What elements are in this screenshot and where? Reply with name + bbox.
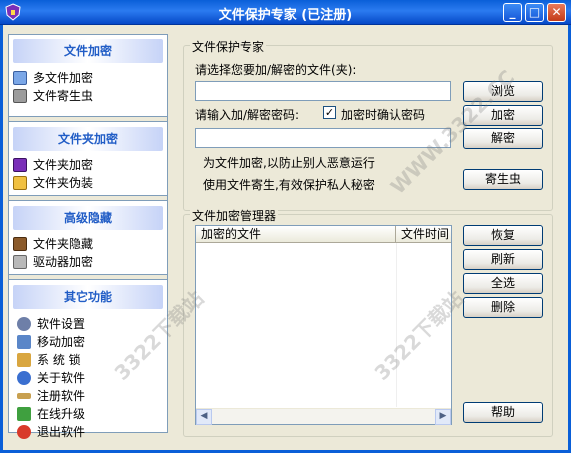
column-header-file[interactable]: 加密的文件 bbox=[196, 226, 396, 243]
folder-encrypt-icon bbox=[13, 158, 27, 172]
title-bar[interactable]: 文件保护专家 (已注册) _ □ ✕ bbox=[0, 0, 571, 25]
section-header: 高级隐藏 bbox=[13, 206, 163, 230]
horizontal-scrollbar[interactable]: ◀ ▶ bbox=[196, 408, 451, 425]
password-label: 请输入加/解密密码: bbox=[195, 108, 300, 122]
group-title: 文件加密管理器 bbox=[190, 207, 279, 224]
sidebar-item-folder-disguise[interactable]: 文件夹伪装 bbox=[9, 174, 167, 192]
maximize-button[interactable]: □ bbox=[525, 3, 544, 22]
window-title: 文件保护专家 (已注册) bbox=[218, 8, 353, 23]
hint-encrypt: 为文件加密,以防止别人恶意运行 bbox=[203, 156, 375, 170]
parasite-button[interactable]: 寄生虫 bbox=[463, 169, 543, 190]
section-file-encrypt: 文件加密 多文件加密 文件寄生虫 bbox=[9, 39, 167, 105]
group-title: 文件保护专家 bbox=[190, 38, 267, 55]
section-folder-encrypt: 文件夹加密 文件夹加密 文件夹伪装 bbox=[9, 127, 167, 192]
sidebar-item-label: 退出软件 bbox=[37, 425, 86, 439]
encrypted-files-list[interactable]: 加密的文件 文件时间 ◀ ▶ bbox=[195, 225, 452, 425]
divider bbox=[9, 116, 167, 122]
encrypt-button[interactable]: 加密 bbox=[463, 105, 543, 126]
password-input[interactable] bbox=[195, 128, 451, 148]
section-header: 文件加密 bbox=[13, 39, 163, 63]
scroll-right-icon[interactable]: ▶ bbox=[435, 409, 451, 425]
folder-disguise-icon bbox=[13, 176, 27, 190]
sidebar-item-drive-encrypt[interactable]: 驱动器加密 bbox=[9, 253, 167, 271]
file-parasite-icon bbox=[13, 89, 27, 103]
sidebar: 文件加密 多文件加密 文件寄生虫 文件夹加密 文件夹加密 文件夹伪装 高级隐藏 … bbox=[8, 34, 168, 439]
exit-icon bbox=[17, 425, 31, 439]
sidebar-item-about[interactable]: 关于软件 bbox=[9, 369, 167, 387]
section-header: 文件夹加密 bbox=[13, 127, 163, 151]
sidebar-item-label: 多文件加密 bbox=[33, 71, 94, 85]
sidebar-item-folder-encrypt[interactable]: 文件夹加密 bbox=[9, 156, 167, 174]
delete-button[interactable]: 删除 bbox=[463, 297, 543, 318]
file-select-label: 请选择您要加/解密的文件(夹): bbox=[195, 63, 357, 77]
sidebar-item-label: 文件夹隐藏 bbox=[33, 237, 94, 251]
minimize-button[interactable]: _ bbox=[503, 3, 522, 22]
sidebar-item-folder-hide[interactable]: 文件夹隐藏 bbox=[9, 235, 167, 253]
help-button[interactable]: 帮助 bbox=[463, 402, 543, 423]
confirm-password-checkbox[interactable]: ✓ bbox=[323, 106, 336, 119]
sidebar-item-label: 文件夹伪装 bbox=[33, 176, 94, 190]
column-header-time[interactable]: 文件时间 bbox=[396, 226, 451, 243]
sidebar-item-label: 关于软件 bbox=[37, 371, 86, 385]
sidebar-item-label: 驱动器加密 bbox=[33, 255, 94, 269]
restore-button[interactable]: 恢复 bbox=[463, 225, 543, 246]
close-button[interactable]: ✕ bbox=[547, 3, 566, 22]
sidebar-item-settings[interactable]: 软件设置 bbox=[9, 315, 167, 333]
file-path-input[interactable] bbox=[195, 81, 451, 101]
mobile-encrypt-icon bbox=[17, 335, 31, 349]
window-frame: 文件加密 多文件加密 文件寄生虫 文件夹加密 文件夹加密 文件夹伪装 高级隐藏 … bbox=[0, 25, 571, 453]
sidebar-item-mobile-encrypt[interactable]: 移动加密 bbox=[9, 333, 167, 351]
sidebar-item-label: 注册软件 bbox=[37, 389, 86, 403]
sidebar-item-label: 移动加密 bbox=[37, 335, 86, 349]
browse-button[interactable]: 浏览 bbox=[463, 81, 543, 102]
file-protect-group: 文件保护专家 请选择您要加/解密的文件(夹): 浏览 请输入加/解密密码: ✓ … bbox=[183, 38, 553, 211]
sidebar-item-label: 软件设置 bbox=[37, 317, 86, 331]
divider bbox=[9, 195, 167, 201]
sidebar-item-label: 在线升级 bbox=[37, 407, 86, 421]
sidebar-item-label: 系 统 锁 bbox=[37, 353, 81, 367]
drive-encrypt-icon bbox=[13, 255, 27, 269]
folder-hide-icon bbox=[13, 237, 27, 251]
sidebar-item-label: 文件寄生虫 bbox=[33, 89, 94, 103]
decrypt-button[interactable]: 解密 bbox=[463, 128, 543, 149]
section-advanced-hide: 高级隐藏 文件夹隐藏 驱动器加密 bbox=[9, 206, 167, 271]
section-header: 其它功能 bbox=[13, 285, 163, 309]
sidebar-item-label: 文件夹加密 bbox=[33, 158, 94, 172]
settings-gear-icon bbox=[17, 317, 31, 331]
multi-file-encrypt-icon bbox=[13, 71, 27, 85]
system-lock-icon bbox=[17, 353, 31, 367]
register-key-icon bbox=[17, 393, 31, 399]
divider bbox=[9, 274, 167, 280]
sidebar-item-register[interactable]: 注册软件 bbox=[9, 387, 167, 405]
about-info-icon bbox=[17, 371, 31, 385]
sidebar-item-system-lock[interactable]: 系 统 锁 bbox=[9, 351, 167, 369]
online-update-icon bbox=[17, 407, 31, 421]
scroll-left-icon[interactable]: ◀ bbox=[196, 409, 212, 425]
select-all-button[interactable]: 全选 bbox=[463, 273, 543, 294]
column-divider bbox=[396, 243, 397, 407]
refresh-button[interactable]: 刷新 bbox=[463, 249, 543, 270]
encrypt-manager-group: 文件加密管理器 加密的文件 文件时间 ◀ ▶ 恢复 刷新 全选 删除 帮助 bbox=[183, 207, 553, 437]
sidebar-item-multi-file-encrypt[interactable]: 多文件加密 bbox=[9, 69, 167, 87]
confirm-password-label: 加密时确认密码 bbox=[341, 108, 426, 122]
section-other-functions: 其它功能 软件设置 移动加密 系 统 锁 关于软件 注册软件 在线升级 退出软件 bbox=[9, 285, 167, 441]
sidebar-item-exit[interactable]: 退出软件 bbox=[9, 423, 167, 441]
hint-parasite: 使用文件寄生,有效保护私人秘密 bbox=[203, 178, 375, 192]
sidebar-item-online-update[interactable]: 在线升级 bbox=[9, 405, 167, 423]
sidebar-item-file-parasite[interactable]: 文件寄生虫 bbox=[9, 87, 167, 105]
